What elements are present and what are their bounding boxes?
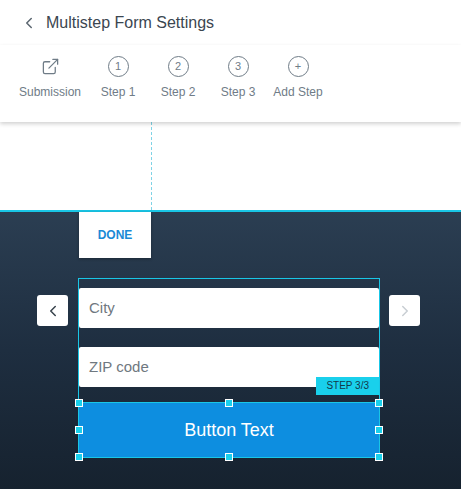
tab[interactable]: 2 Step 2: [150, 55, 206, 101]
step-number: 1: [108, 56, 129, 77]
tab-label: Step 3: [221, 83, 256, 101]
step-badge: STEP 3/3: [316, 377, 379, 395]
step-number: 3: [228, 56, 249, 77]
back-icon[interactable]: [20, 14, 38, 32]
add-step-circle: +: [288, 56, 309, 77]
next-step-button[interactable]: [389, 295, 420, 326]
canvas-top: [0, 122, 461, 210]
resize-handle[interactable]: [225, 453, 233, 461]
tab-label: Add Step: [273, 83, 322, 101]
resize-handle[interactable]: [375, 426, 383, 434]
resize-handle[interactable]: [75, 453, 83, 461]
tab-label: Step 2: [161, 83, 196, 101]
app: Multistep Form Settings Submission 1 Step 1…: [0, 0, 461, 489]
form-field[interactable]: City: [79, 288, 379, 328]
done-button[interactable]: DONE: [79, 212, 151, 258]
tab-label: Step 1: [101, 83, 136, 101]
form-row: CityZIP codeSTEP 3/3Button Text: [0, 278, 461, 458]
form: CityZIP codeSTEP 3/3Button Text: [78, 278, 380, 458]
chevron-right-icon: [396, 302, 414, 320]
tab[interactable]: Submission: [14, 55, 86, 101]
tab-label: Submission: [19, 83, 81, 101]
external-link-icon: [41, 57, 60, 76]
chevron-left-icon: [44, 302, 62, 320]
submit-button[interactable]: Button Text: [79, 403, 379, 457]
resize-handle[interactable]: [375, 453, 383, 461]
previous-step-button[interactable]: [37, 295, 68, 326]
resize-handle[interactable]: [225, 399, 233, 407]
tab[interactable]: + Add Step: [270, 55, 326, 101]
form-section: DONECityZIP codeSTEP 3/3Button Text: [0, 210, 461, 489]
tab[interactable]: 3 Step 3: [210, 55, 266, 101]
header: Multistep Form Settings: [0, 0, 461, 45]
header-title: Multistep Form Settings: [46, 11, 214, 35]
tab-bar: Submission 1 Step 1 2 Step 2 3 Step 3 + Add Step: [0, 45, 461, 122]
resize-handle[interactable]: [375, 399, 383, 407]
resize-handle[interactable]: [75, 426, 83, 434]
resize-handle[interactable]: [75, 399, 83, 407]
tab[interactable]: 1 Step 1: [90, 55, 146, 101]
guide-line: [151, 122, 152, 210]
step-number: 2: [168, 56, 189, 77]
